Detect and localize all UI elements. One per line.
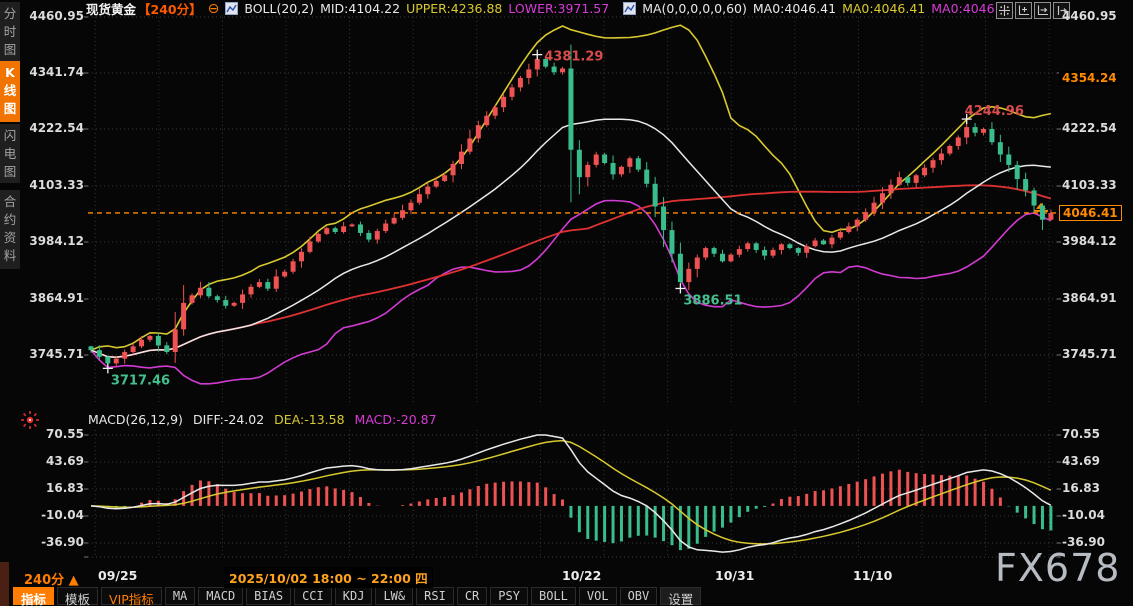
psy-button[interactable]: PSY [490,587,528,605]
indicator-chip-icon [623,2,636,15]
cci-button[interactable]: CCI [294,587,332,605]
macd-axis-label: 43.69 [18,454,84,468]
macd-axis-label: 70.55 [1062,427,1100,441]
boll-button[interactable]: BOLL [531,587,576,605]
price-annotation: 3886.51 [683,293,742,308]
macd-diff-value: DIFF:-24.02 [193,412,264,427]
x-axis-label: 09/25 [98,568,137,583]
macd-axis-label: 16.83 [1062,481,1100,495]
macd-axis-label: -10.04 [18,508,84,522]
price-macd-chart-svg: 3717.46 4381.29 3886.51 4244.96 [0,0,1133,606]
chart-tools-group [996,2,1070,19]
price-axis-label: 4103.33 [18,178,84,192]
period-selector[interactable]: 240分 ▲ [24,569,79,588]
lw-button[interactable]: LW& [375,587,413,605]
rsi-button[interactable]: RSI [416,587,454,605]
session-high-price-badge: 4354.24 [1059,71,1120,85]
chart-header: 现货黄金【240分】 ⊖ BOLL(20,2) MID:4104.22 UPPE… [86,0,1014,17]
price-axis-label: 4222.54 [18,121,84,135]
sidebar-item-label: 合约资料 [4,194,17,263]
symbol-name: 现货黄金 [86,0,136,18]
kdj-button[interactable]: KDJ [335,587,373,605]
settings-button[interactable]: 设置 [660,587,701,605]
macd-button[interactable]: MACD [198,587,243,605]
ma-value-2: MA0:4046.41 [842,1,925,16]
cr-button[interactable]: CR [457,587,487,605]
vol-button[interactable]: VOL [579,587,617,605]
macd-dea-value: DEA:-13.58 [274,412,344,427]
indicator-tab[interactable]: 指标 [13,587,54,605]
collapse-circle-icon[interactable]: ⊖ [208,1,220,17]
sidebar-item-label: 分时图 [4,6,17,57]
sidebar-item-timeshare-chart[interactable]: 分时图 [0,2,20,61]
boll-mid-value: MID:4104.22 [320,1,400,16]
price-axis-label: 3864.91 [1062,291,1117,305]
sidebar-item-contract-info[interactable]: 合约资料 [0,190,20,269]
sidebar-item-kline-chart[interactable]: K线图 [0,61,20,122]
macd-indicator-name: MACD(26,12,9) [88,412,183,427]
chart-canvas[interactable]: 3717.46 4381.29 3886.51 4244.96 [0,0,1133,606]
boll-lower-value: LOWER:3971.57 [508,1,609,16]
bias-button[interactable]: BIAS [246,587,291,605]
x-axis-label: 10/22 [562,568,601,583]
candle-time-tooltip: 2025/10/02 18:00 ~ 22:00 四 [224,567,433,588]
price-axis-label: 3984.12 [1062,234,1117,248]
macd-hist-value: MACD:-20.87 [355,412,437,427]
price-axis-label: 3745.71 [18,347,84,361]
crosshair-icon[interactable] [996,2,1013,19]
price-axis-label: 3864.91 [18,291,84,305]
price-axis-label: 3984.12 [18,234,84,248]
watermark-logo: FX678 [995,546,1120,590]
boll-indicator-name: BOLL(20,2) [244,1,314,16]
indicator-toolbar: 指标 模板 VIP指标 MA MACD BIAS CCI KDJ LW& RSI… [13,587,701,605]
macd-axis-label: 43.69 [1062,454,1100,468]
indicator-chip-icon [225,2,238,15]
price-axis-label: 3745.71 [1062,347,1117,361]
trading-app-window: 3717.46 4381.29 3886.51 4244.96 分时图 K线图 闪电图… [0,0,1133,606]
price-annotation: 4381.29 [544,50,603,65]
x-axis-label: 10/31 [715,568,754,583]
template-tab[interactable]: 模板 [57,587,98,605]
macd-axis-label: -10.04 [1062,508,1105,522]
macd-legend: MACD(26,12,9) DIFF:-24.02 DEA:-13.58 MAC… [88,412,437,427]
sidebar-bottom-strip [0,562,9,606]
sidebar-item-lightning-chart[interactable]: 闪电图 [0,124,20,183]
ma-value-1: MA0:4046.41 [753,1,836,16]
macd-axis-label: 70.55 [18,427,84,441]
macd-axis-label: 16.83 [18,481,84,495]
x-axis-label: 11/10 [853,568,892,583]
price-axis-label: 4460.95 [18,9,84,23]
price-annotation: 4244.96 [965,104,1024,119]
price-annotation: 3717.46 [111,373,170,388]
price-axis-label: 4341.74 [18,65,84,79]
y-axis-zoom-icon[interactable] [1015,2,1032,19]
boll-upper-value: UPPER:4236.88 [406,1,502,16]
period-label: 【240分】 [138,0,202,18]
price-axis-label: 4103.33 [1062,178,1117,192]
vip-indicator-tab[interactable]: VIP指标 [101,587,162,605]
period-text: 240分 [24,573,64,588]
x-axis-zoom-icon[interactable] [1034,2,1051,19]
ma-button[interactable]: MA [165,587,195,605]
ma-indicator-name: MA(0,0,0,0,0,60) [642,1,747,16]
obv-button[interactable]: OBV [620,587,658,605]
last-price-badge: 4046.41 [1059,205,1122,221]
sidebar-item-label: K线图 [4,65,17,116]
price-axis-label: 4222.54 [1062,121,1117,135]
price-axis-label: 4460.95 [1062,9,1117,23]
macd-axis-label: -36.90 [18,535,84,549]
sidebar-item-label: 闪电图 [4,128,17,179]
